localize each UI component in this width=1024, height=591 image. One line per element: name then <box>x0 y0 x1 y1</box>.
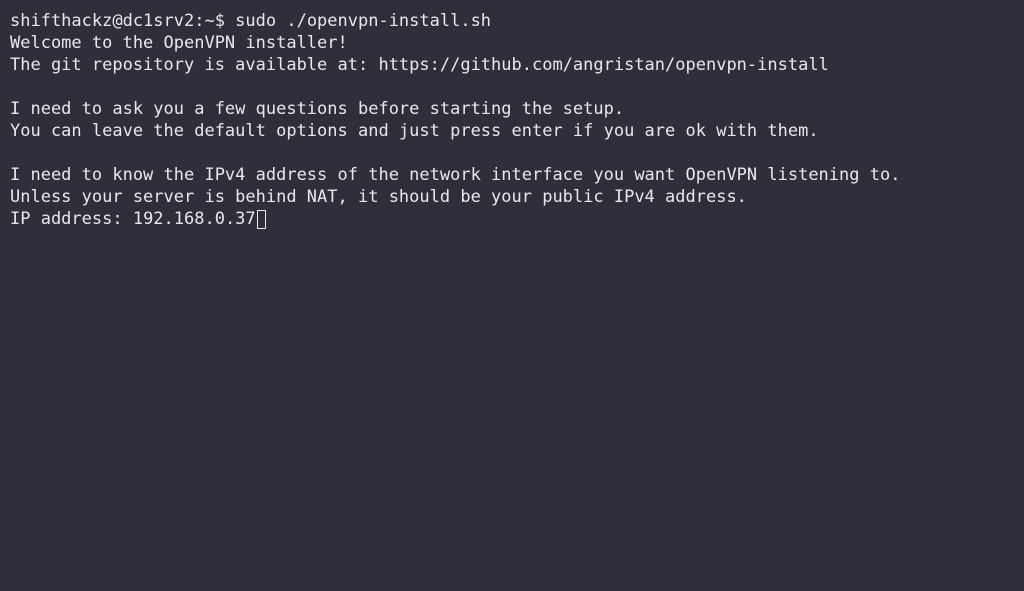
ip-address-input[interactable]: 192.168.0.37 <box>133 208 256 230</box>
output-line: Welcome to the OpenVPN installer! <box>10 33 348 53</box>
output-line: The git repository is available at: http… <box>10 55 829 75</box>
output-line: You can leave the default options and ju… <box>10 121 819 141</box>
command-line: shifthackz@dc1srv2:~$ sudo ./openvpn-ins… <box>10 10 1024 32</box>
ip-address-label: IP address: <box>10 209 133 229</box>
shell-prompt: shifthackz@dc1srv2:~$ <box>10 11 236 31</box>
output-line: I need to know the IPv4 address of the n… <box>10 165 901 185</box>
text-cursor <box>256 209 266 229</box>
output-line: I need to ask you a few questions before… <box>10 99 625 119</box>
ip-address-prompt[interactable]: IP address: 192.168.0.37 <box>10 208 1024 230</box>
command-text: sudo ./openvpn-install.sh <box>235 11 492 31</box>
terminal-window[interactable]: shifthackz@dc1srv2:~$ sudo ./openvpn-ins… <box>0 0 1024 591</box>
output-line: Unless your server is behind NAT, it sho… <box>10 187 747 207</box>
